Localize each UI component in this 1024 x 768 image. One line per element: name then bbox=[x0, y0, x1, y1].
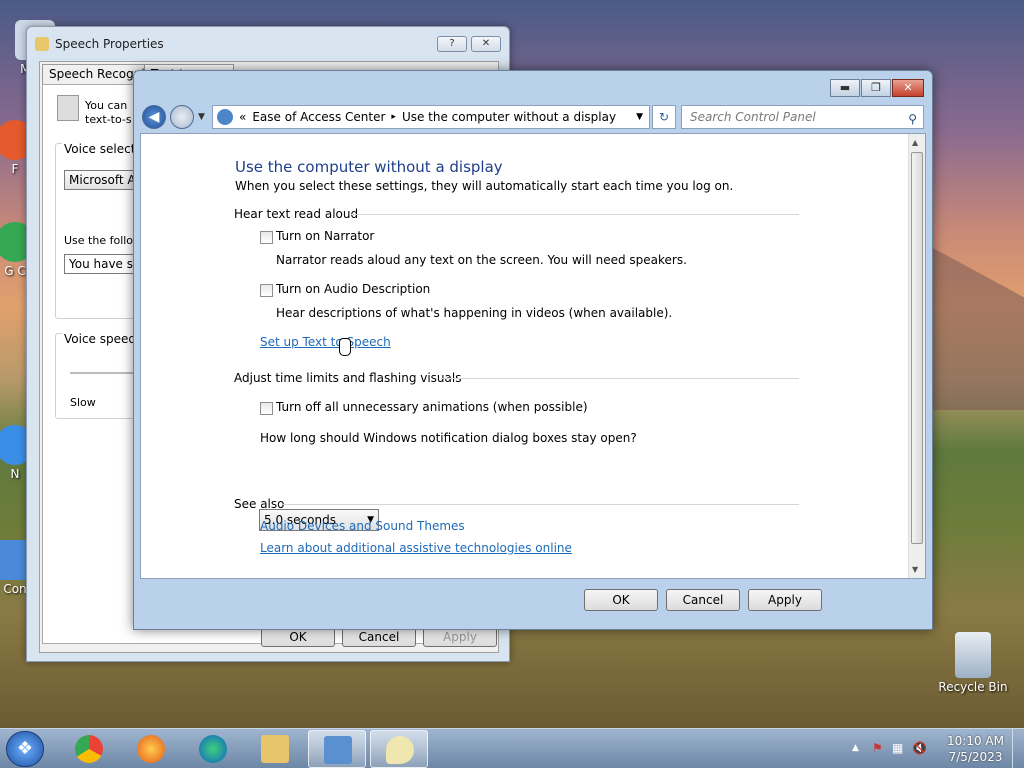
minimize-button[interactable]: ▬ bbox=[830, 79, 860, 97]
help-button[interactable]: ? bbox=[437, 36, 467, 52]
section-hear-text: Hear text read aloud bbox=[234, 207, 359, 221]
narrator-checkbox[interactable] bbox=[260, 231, 273, 244]
forward-button[interactable] bbox=[170, 105, 194, 129]
audio-description-checkbox[interactable] bbox=[260, 284, 273, 297]
desktop-icon-label: Recycle Bin bbox=[938, 680, 1008, 694]
maximize-button[interactable]: ❐ bbox=[861, 79, 891, 97]
speech-person-icon bbox=[57, 95, 79, 121]
back-button[interactable]: ◀ bbox=[142, 105, 166, 129]
cancel-button[interactable]: Cancel bbox=[666, 589, 740, 611]
refresh-button[interactable]: ↻ bbox=[652, 105, 676, 129]
close-button[interactable]: ✕ bbox=[892, 79, 924, 97]
start-button[interactable]: ❖ bbox=[6, 731, 44, 767]
content-pane: Use the computer without a display When … bbox=[140, 133, 926, 579]
audio-description-description: Hear descriptions of what's happening in… bbox=[276, 306, 673, 320]
assistive-technologies-link[interactable]: Learn about additional assistive technol… bbox=[260, 541, 572, 555]
apply-button[interactable]: Apply bbox=[748, 589, 822, 611]
action-center-flag-icon[interactable]: ⚑ bbox=[872, 741, 883, 755]
taskbar-explorer[interactable] bbox=[246, 730, 304, 768]
folder-icon bbox=[261, 735, 289, 763]
speech-apply-button[interactable]: Apply bbox=[423, 627, 497, 647]
animations-checkbox[interactable] bbox=[260, 402, 273, 415]
desktop-icon-recycle-bin[interactable]: Recycle Bin bbox=[938, 632, 1008, 694]
desktop: My C F G C N Con Recycle Bin Speech Prop… bbox=[0, 0, 1024, 728]
speech-window-title: Speech Properties bbox=[55, 37, 164, 51]
desktop-icon-label: Con bbox=[3, 582, 27, 596]
chrome-icon bbox=[75, 735, 103, 763]
speech-app-icon bbox=[35, 37, 49, 51]
breadcrumb-separator: « bbox=[239, 110, 247, 124]
show-desktop-button[interactable] bbox=[1012, 729, 1024, 768]
breadcrumb-current-page[interactable]: Use the computer without a display bbox=[402, 110, 616, 124]
recycle-bin-icon bbox=[955, 632, 991, 678]
scroll-thumb[interactable] bbox=[911, 152, 923, 544]
page-subtitle: When you select these settings, they wil… bbox=[235, 179, 734, 193]
control-panel-icon bbox=[324, 736, 352, 764]
taskbar-control-panel[interactable] bbox=[308, 730, 366, 768]
taskbar-firefox[interactable] bbox=[122, 730, 180, 768]
taskbar: ❖ ▲ ⚑ ▦ 🔇 10:10 AM 7/5/2023 bbox=[0, 728, 1024, 768]
search-placeholder: Search Control Panel bbox=[690, 110, 816, 124]
firefox-icon bbox=[137, 735, 165, 763]
search-input[interactable]: Search Control Panel ⚲ bbox=[681, 105, 924, 129]
narrator-description: Narrator reads aloud any text on the scr… bbox=[276, 253, 687, 267]
clock-date: 7/5/2023 bbox=[948, 750, 1003, 764]
intro-text: You can text-to-s bbox=[85, 99, 132, 127]
section-divider bbox=[351, 214, 799, 215]
audio-description-label[interactable]: Turn on Audio Description bbox=[276, 282, 430, 296]
speech-bubble-icon bbox=[386, 736, 414, 764]
navigation-bar: ◀ ▼ « Ease of Access Center ▸ Use the co… bbox=[140, 103, 926, 131]
taskbar-chrome[interactable] bbox=[60, 730, 118, 768]
desktop-icon-label: G C bbox=[4, 264, 26, 278]
recent-pages-dropdown[interactable]: ▼ bbox=[198, 112, 205, 122]
ok-button[interactable]: OK bbox=[584, 589, 658, 611]
breadcrumb-ease-of-access[interactable]: Ease of Access Center bbox=[252, 110, 385, 124]
address-bar[interactable]: « Ease of Access Center ▸ Use the comput… bbox=[212, 105, 650, 129]
volume-muted-icon[interactable]: 🔇 bbox=[912, 741, 927, 755]
speech-ok-button[interactable]: OK bbox=[261, 627, 335, 647]
intro-line-1: You can bbox=[85, 99, 128, 112]
clock-time: 10:10 AM bbox=[947, 734, 1004, 748]
section-adjust-time: Adjust time limits and flashing visuals bbox=[234, 371, 462, 385]
speech-cancel-button[interactable]: Cancel bbox=[342, 627, 416, 647]
network-icon[interactable]: ▦ bbox=[892, 741, 903, 755]
section-divider bbox=[441, 378, 799, 379]
setup-text-to-speech-link[interactable]: Set up Text to Speech bbox=[260, 335, 391, 349]
control-panel-window: ▬ ❐ ✕ ◀ ▼ « Ease of Access Center ▸ Use … bbox=[133, 70, 933, 630]
vertical-scrollbar[interactable]: ▲ ▼ bbox=[908, 134, 925, 578]
address-dropdown-icon[interactable]: ▼ bbox=[636, 112, 643, 122]
edge-icon bbox=[199, 735, 227, 763]
section-divider bbox=[283, 504, 799, 505]
desktop-icon-label: F bbox=[11, 162, 19, 176]
intro-line-2: text-to-s bbox=[85, 113, 132, 126]
audio-devices-link[interactable]: Audio Devices and Sound Themes bbox=[260, 519, 465, 533]
control-panel-icon bbox=[217, 109, 233, 125]
notification-question: How long should Windows notification dia… bbox=[260, 431, 637, 445]
narrator-label[interactable]: Turn on Narrator bbox=[276, 229, 374, 243]
speech-close-button[interactable]: ✕ bbox=[471, 36, 501, 52]
slow-label: Slow bbox=[70, 396, 96, 409]
page-title: Use the computer without a display bbox=[235, 158, 503, 176]
taskbar-edge[interactable] bbox=[184, 730, 242, 768]
hand-cursor-icon bbox=[339, 338, 351, 356]
taskbar-speech[interactable] bbox=[370, 730, 428, 768]
section-see-also: See also bbox=[234, 497, 285, 511]
breadcrumb-arrow-icon[interactable]: ▸ bbox=[391, 112, 396, 122]
system-tray: ▲ ⚑ ▦ 🔇 10:10 AM 7/5/2023 bbox=[834, 729, 1024, 768]
scroll-down-icon[interactable]: ▼ bbox=[912, 565, 918, 574]
desktop-icon-label: N bbox=[10, 467, 20, 481]
show-hidden-icons-icon[interactable]: ▲ bbox=[852, 743, 859, 753]
voice-speed-label: Voice speed bbox=[62, 332, 138, 346]
search-icon[interactable]: ⚲ bbox=[908, 108, 917, 130]
scroll-up-icon[interactable]: ▲ bbox=[912, 138, 918, 147]
caption-buttons: ▬ ❐ ✕ bbox=[830, 79, 924, 97]
animations-label[interactable]: Turn off all unnecessary animations (whe… bbox=[276, 400, 588, 414]
clock[interactable]: 10:10 AM 7/5/2023 bbox=[947, 733, 1004, 765]
